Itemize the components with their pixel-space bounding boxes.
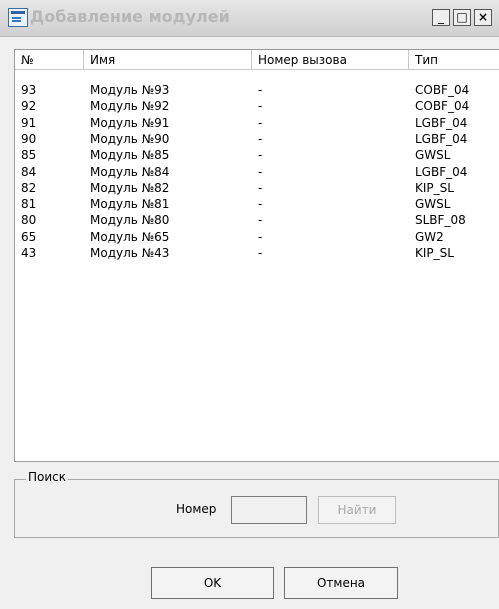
table-row[interactable]: 91 Модуль №91 - LGBF_04 — [15, 115, 499, 131]
cell-number: 93 — [21, 83, 37, 97]
cell-call-number: - — [258, 148, 263, 163]
cell-number: 65 — [21, 229, 37, 244]
column-header-call-number[interactable]: Номер вызова — [252, 50, 409, 70]
cell-type: KIP_SL — [415, 180, 454, 195]
cell-type: KIP_SL — [415, 246, 454, 260]
number-label: Номер — [176, 502, 217, 516]
cell-type: LGBF_04 — [415, 115, 468, 130]
cell-type: GWSL — [415, 148, 451, 163]
table-row[interactable]: 80 Модуль №80 - SLBF_08 — [15, 212, 499, 228]
window-title: Добавление модулей — [30, 7, 230, 26]
modules-table[interactable]: № Имя Номер вызова Тип 93 Модуль №93 - COBF… — [14, 49, 499, 462]
cell-call-number: - — [258, 197, 263, 212]
cell-name: Модуль №85 — [90, 148, 170, 163]
cell-name: Модуль №91 — [90, 115, 170, 130]
cell-type: LGBF_04 — [415, 164, 468, 179]
cell-name: Модуль №81 — [90, 197, 170, 212]
cell-number: 84 — [21, 164, 37, 179]
cancel-button[interactable]: Отмена — [284, 567, 398, 599]
cell-type: SLBF_08 — [415, 213, 466, 228]
cell-call-number: - — [258, 83, 263, 97]
cell-name: Модуль №93 — [90, 83, 170, 97]
cell-type: GW2 — [415, 229, 444, 244]
table-row[interactable]: 92 Модуль №92 - COBF_04 — [15, 98, 499, 114]
search-group-legend: Поиск — [26, 470, 69, 484]
cell-number: 82 — [21, 180, 37, 195]
title-bar: Добавление модулей _ □ × — [0, 0, 499, 37]
cell-call-number: - — [258, 99, 263, 114]
cell-name: Модуль №90 — [90, 131, 170, 146]
cell-number: 80 — [21, 213, 37, 228]
cell-number: 92 — [21, 99, 37, 114]
table-row[interactable]: 65 Модуль №65 - GW2 — [15, 229, 499, 245]
table-row[interactable]: 84 Модуль №84 - LGBF_04 — [15, 164, 499, 180]
cell-number: 91 — [21, 115, 37, 130]
cell-call-number: - — [258, 213, 263, 228]
cell-name: Модуль №80 — [90, 213, 170, 228]
maximize-button[interactable]: □ — [453, 9, 471, 26]
cell-number: 81 — [21, 197, 37, 212]
table-header: № Имя Номер вызова Тип — [15, 50, 499, 70]
window-app-icon — [8, 8, 28, 27]
minimize-button[interactable]: _ — [432, 9, 450, 26]
cell-call-number: - — [258, 246, 263, 260]
number-input[interactable] — [231, 496, 307, 524]
table-row[interactable]: 90 Модуль №90 - LGBF_04 — [15, 131, 499, 147]
close-button[interactable]: × — [474, 9, 492, 26]
table-row[interactable]: 81 Модуль №81 - GWSL — [15, 196, 499, 212]
table-row[interactable]: 82 Модуль №82 - KIP_SL — [15, 180, 499, 196]
cell-number: 43 — [21, 246, 37, 260]
cell-call-number: - — [258, 115, 263, 130]
find-button[interactable]: Найти — [318, 496, 396, 524]
cell-type: COBF_04 — [415, 99, 470, 114]
cell-type: COBF_04 — [415, 83, 470, 97]
cell-call-number: - — [258, 164, 263, 179]
cell-name: Модуль №43 — [90, 246, 170, 260]
table-row[interactable]: 85 Модуль №85 - GWSL — [15, 147, 499, 163]
cell-name: Модуль №82 — [90, 180, 170, 195]
column-header-name[interactable]: Имя — [84, 50, 252, 70]
cell-call-number: - — [258, 180, 263, 195]
column-header-type[interactable]: Тип — [409, 50, 499, 70]
cell-type: GWSL — [415, 197, 451, 212]
table-row[interactable]: 93 Модуль №93 - COBF_04 — [15, 82, 499, 98]
ok-button[interactable]: OK — [151, 567, 274, 599]
cell-name: Модуль №84 — [90, 164, 170, 179]
column-header-number[interactable]: № — [15, 50, 84, 70]
cell-type: LGBF_04 — [415, 131, 468, 146]
cell-number: 85 — [21, 148, 37, 163]
table-row[interactable]: 43 Модуль №43 - KIP_SL — [15, 245, 499, 261]
cell-name: Модуль №92 — [90, 99, 170, 114]
cell-number: 90 — [21, 131, 37, 146]
cell-call-number: - — [258, 229, 263, 244]
cell-name: Модуль №65 — [90, 229, 170, 244]
cell-call-number: - — [258, 131, 263, 146]
